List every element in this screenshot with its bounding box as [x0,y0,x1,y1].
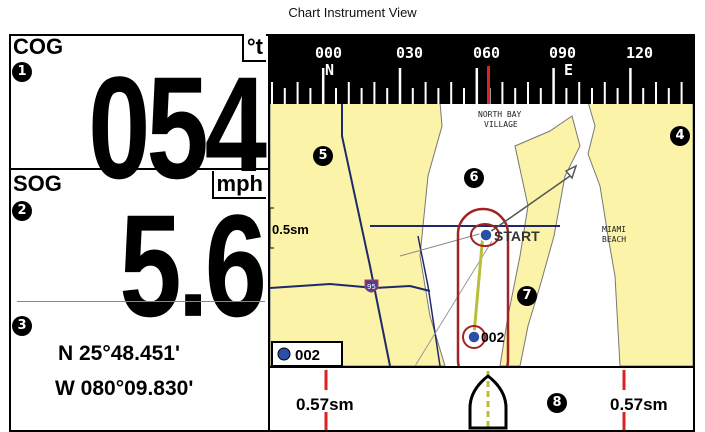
longitude: W 080°09.830' [55,377,194,400]
cog-divider [9,168,269,170]
callout-1: 1 [12,62,32,82]
callout-6: 6 [464,168,484,188]
heading-000: 000 [315,44,342,62]
place-miami-1: MIAMI [602,225,626,234]
heading-marker [487,66,490,104]
active-waypoint-icon [277,347,291,361]
cog-label: COG [13,34,64,59]
left-distance: 0.57sm [296,395,354,414]
shield-text: 95 [367,283,376,291]
page-caption: Chart Instrument View [288,5,417,20]
digits-panel: COG °t 1 054 SOG mph 2 5.6 3 N 25°48.451… [9,34,269,432]
waypoint-start-label: START [494,228,540,244]
callout-5: 5 [313,146,333,166]
latitude: N 25°48.451' [58,342,180,365]
chart-svg: 95 0.5sm NORTH BAY VILLAGE MIAMI BEACH S… [270,36,693,430]
cardinal-e: E [564,61,573,79]
cardinal-n: N [325,61,334,79]
scale-label: 0.5sm [272,222,309,237]
sog-label: SOG [13,171,62,196]
callout-2: 2 [12,201,32,221]
sog-value: 5.6 [119,184,267,348]
interstate-shield-icon: 95 [364,279,379,293]
active-waypoint-label: 002 [295,347,320,364]
callout-7: 7 [517,286,537,306]
place-north-bay-1: NORTH BAY [478,110,522,119]
place-north-bay-2: VILLAGE [484,120,518,129]
callout-3: 3 [12,316,32,336]
waypoint-start-icon[interactable] [479,228,493,242]
waypoint-002-icon[interactable] [467,330,481,344]
waypoint-002-label: 002 [481,329,505,345]
sog-divider [17,301,265,302]
heading-060: 060 [473,44,500,62]
heading-090: 090 [549,44,576,62]
place-miami-2: BEACH [602,235,626,244]
callout-8: 8 [547,393,567,413]
callout-4: 4 [670,126,690,146]
right-distance: 0.57sm [610,395,668,414]
heading-030: 030 [396,44,423,62]
heading-120: 120 [626,44,653,62]
chart-panel: 95 0.5sm NORTH BAY VILLAGE MIAMI BEACH S… [270,36,693,430]
